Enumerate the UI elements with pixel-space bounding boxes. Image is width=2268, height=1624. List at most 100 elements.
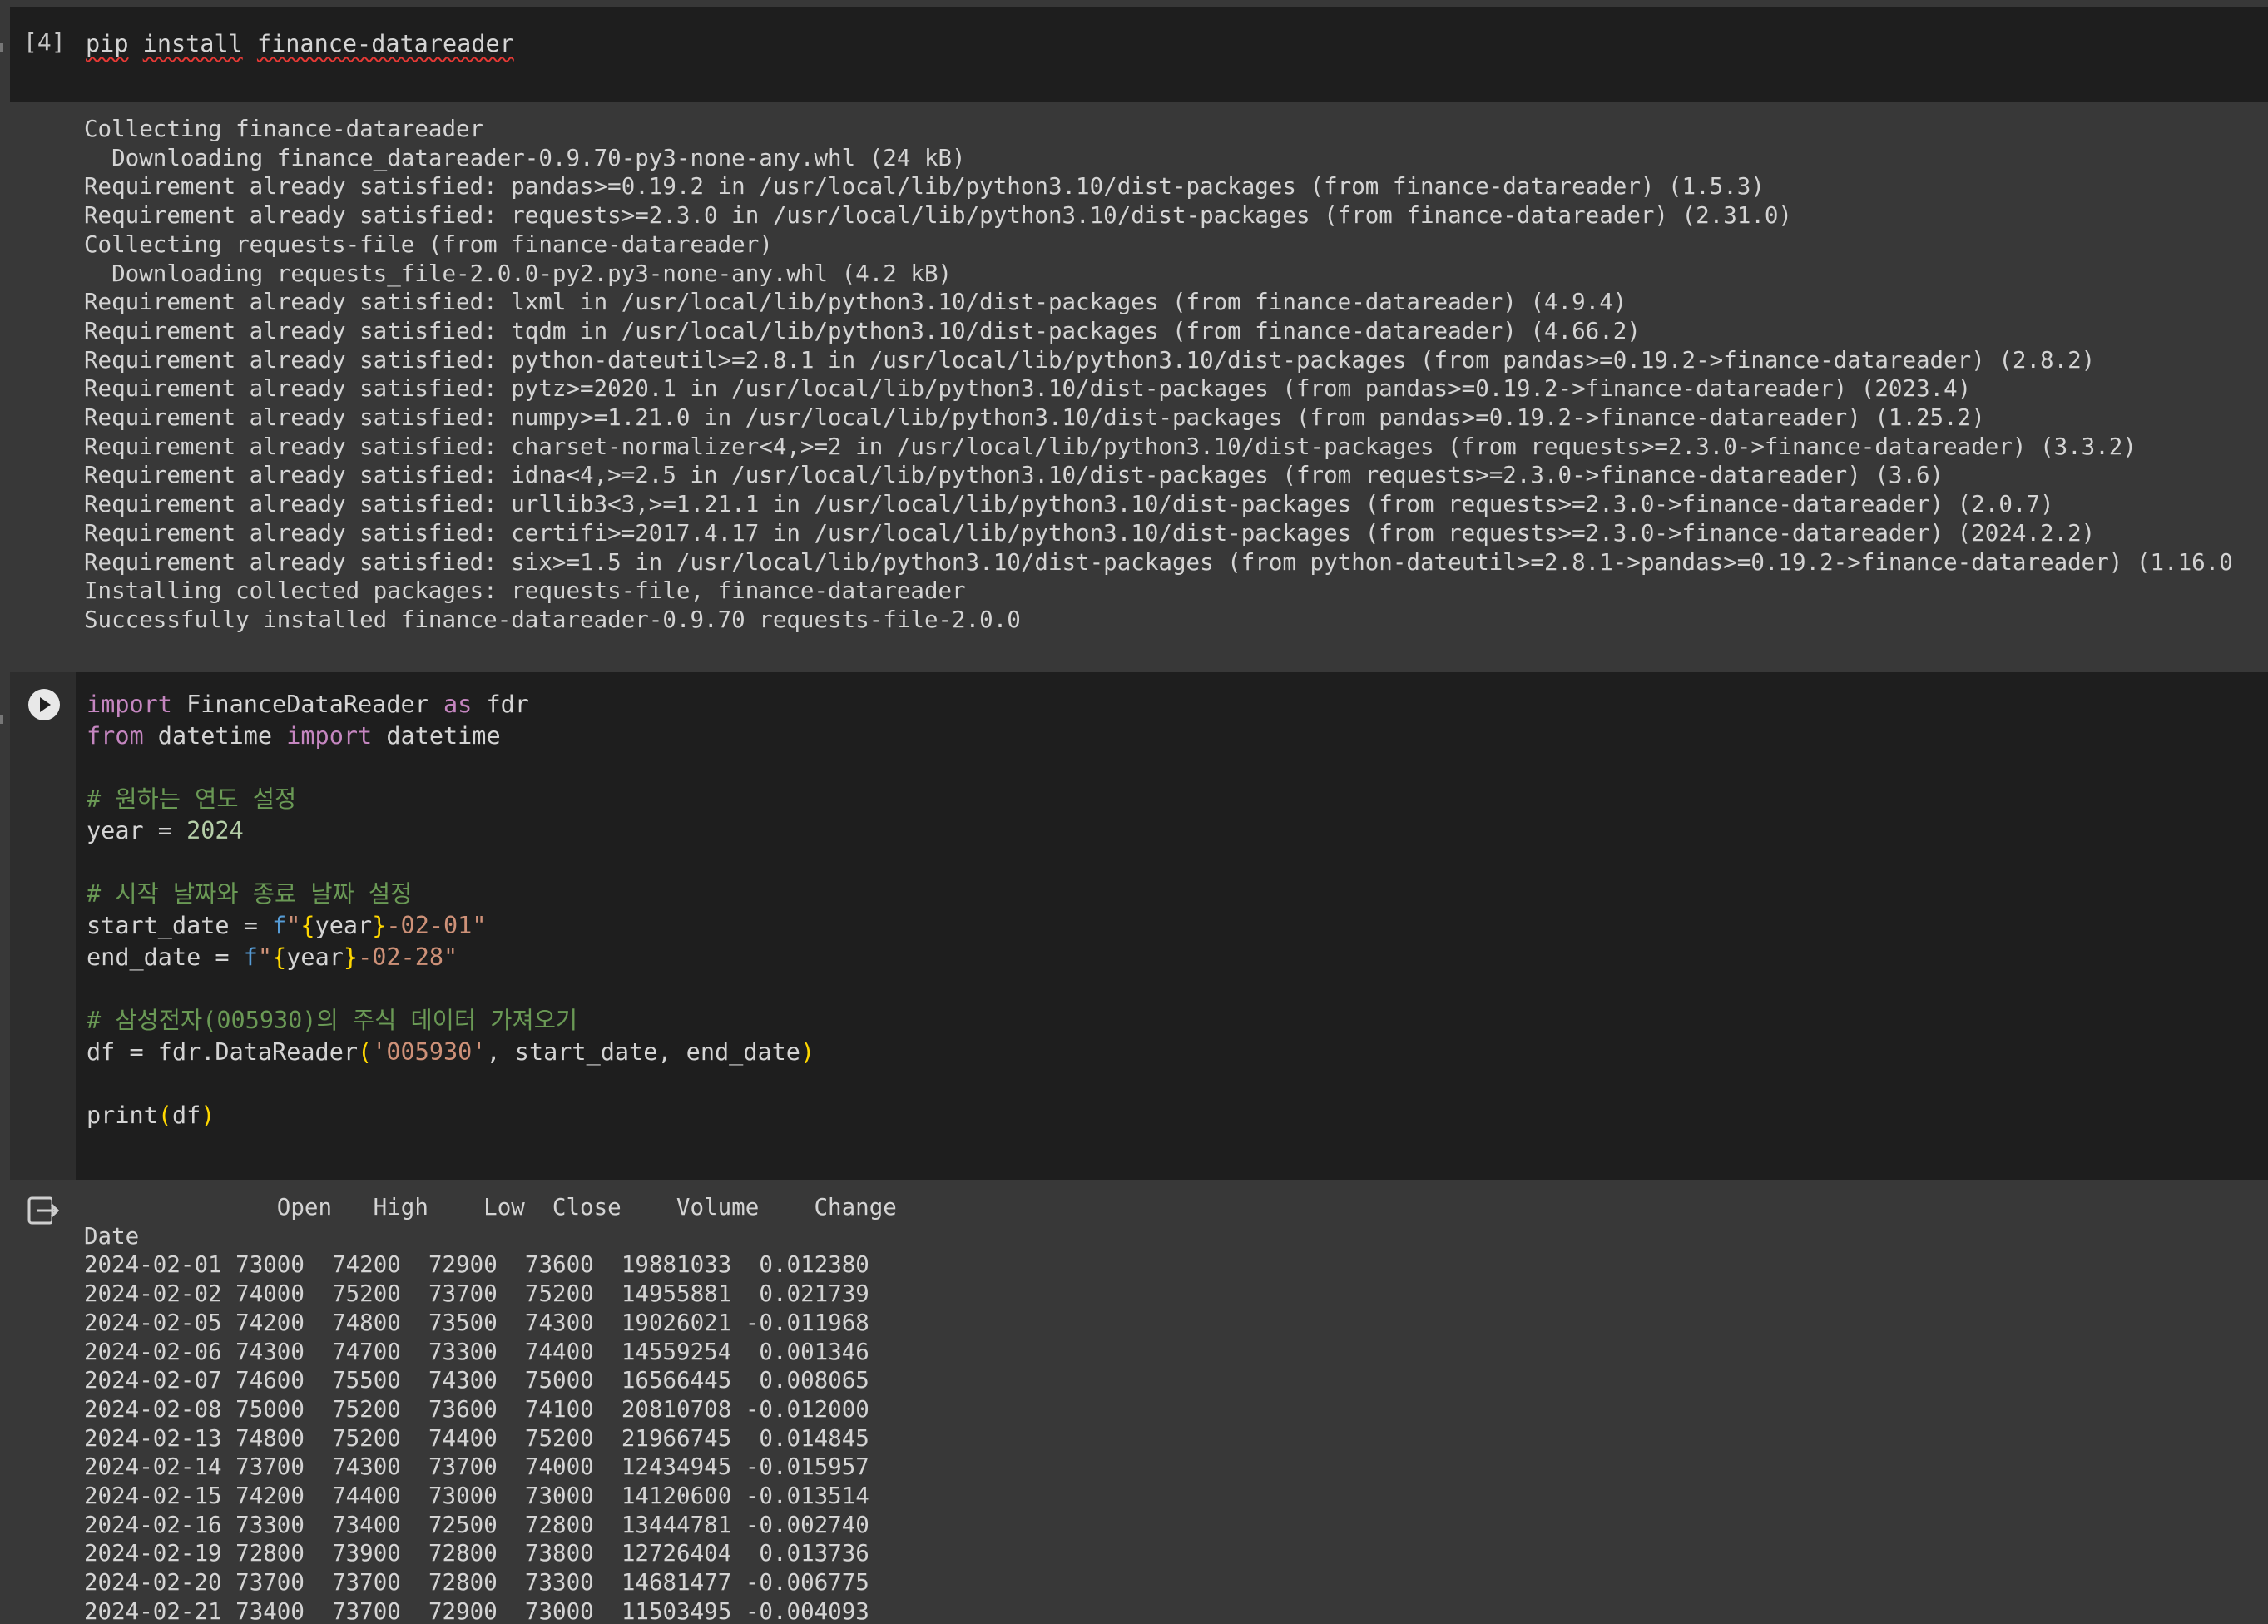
code-token: df — [171, 1102, 201, 1129]
cell-padding — [222, 1512, 236, 1538]
cell-padding — [498, 1310, 525, 1336]
cell-padding — [305, 1339, 332, 1365]
table-cell-close: 73000 — [524, 1483, 594, 1510]
cell-padding — [731, 1367, 759, 1394]
cell-padding — [401, 1483, 428, 1509]
cell-padding — [498, 1453, 525, 1480]
cell-padding — [731, 1540, 759, 1567]
cell-padding — [401, 1453, 428, 1480]
table-cell-change: 0.001346 — [759, 1338, 869, 1365]
cell-padding — [498, 1396, 525, 1423]
cell-padding — [401, 1425, 428, 1452]
table-cell-high: 75200 — [332, 1424, 401, 1452]
table-cell-volume: 12434945 — [621, 1453, 732, 1481]
cell-padding — [731, 1251, 759, 1278]
cell-padding — [594, 1598, 621, 1624]
cell2-edge-mark — [0, 715, 3, 724]
table-cell-low: 72500 — [428, 1511, 498, 1538]
code-cell-pip-install[interactable]: [4] pip install finance-datareader — [10, 7, 2268, 102]
cell-padding — [401, 1339, 428, 1365]
output-line: Requirement already satisfied: charset-n… — [84, 433, 2137, 460]
code-token: 2024 — [186, 817, 244, 844]
table-row: 2024-02-20 73700 73700 72800 73300 14681… — [84, 1568, 897, 1597]
cell-padding — [222, 1310, 236, 1336]
code-token: ) — [201, 1102, 215, 1129]
cell-padding — [222, 1483, 236, 1509]
code-token-pip: pip — [86, 30, 129, 57]
execution-count: [4] — [23, 28, 66, 56]
code-cell-datareader[interactable]: import FinanceDataReader as fdr from dat… — [10, 672, 2268, 1180]
table-cell-open: 73300 — [235, 1511, 305, 1538]
cell-padding — [498, 1251, 525, 1278]
code-token: " — [286, 912, 301, 939]
row-date: 2024-02-07 — [84, 1367, 222, 1394]
table-cell-change: -0.015957 — [745, 1453, 869, 1481]
code-token: df = fdr.DataReader — [87, 1038, 359, 1066]
cell-output-pip: Collecting finance-datareader Downloadin… — [0, 102, 2268, 672]
code-comment: # 시작 날짜와 종료 날짜 설정 — [87, 880, 413, 908]
table-cell-high: 74200 — [332, 1251, 401, 1279]
table-cell-high: 74300 — [332, 1453, 401, 1481]
output-line: Requirement already satisfied: pytz>=202… — [84, 375, 1972, 403]
table-cell-close: 74100 — [524, 1395, 594, 1423]
code-token: -02-01" — [386, 912, 487, 939]
cell-padding — [498, 1367, 525, 1394]
output-line: Requirement already satisfied: tqdm in /… — [84, 317, 1641, 344]
output-line: Successfully installed finance-datareade… — [84, 606, 1021, 633]
run-cell-button[interactable] — [28, 689, 60, 720]
cell-padding — [498, 1512, 525, 1538]
output-redirect-icon[interactable] — [27, 1195, 60, 1228]
cell-padding — [498, 1425, 525, 1452]
table-row: 2024-02-21 73400 73700 72900 73000 11503… — [84, 1597, 897, 1624]
table-cell-volume: 13444781 — [621, 1511, 732, 1538]
cell-padding — [305, 1280, 332, 1307]
table-cell-low: 72800 — [428, 1540, 498, 1567]
cell-padding — [401, 1396, 428, 1423]
code-editor[interactable]: import FinanceDataReader as fdr from dat… — [87, 689, 815, 1131]
table-cell-open: 74000 — [235, 1280, 305, 1308]
code-token: } — [343, 943, 359, 971]
table-cell-volume: 14955881 — [621, 1280, 732, 1308]
row-date: 2024-02-05 — [84, 1309, 222, 1336]
table-cell-change: -0.013514 — [745, 1483, 869, 1510]
output-line: Requirement already satisfied: urllib3<3… — [84, 491, 2054, 518]
table-cell-high: 73700 — [332, 1597, 401, 1624]
code-token: f — [243, 943, 258, 971]
table-cell-high: 75200 — [332, 1280, 401, 1308]
table-cell-volume: 19881033 — [621, 1251, 732, 1279]
code-token: import — [87, 691, 172, 718]
table-cell-change: 0.021739 — [759, 1280, 869, 1308]
row-date: 2024-02-21 — [84, 1597, 222, 1624]
row-date: 2024-02-08 — [84, 1395, 222, 1423]
dataframe-header: Open High Low Close Volume Change — [84, 1194, 897, 1220]
row-date: 2024-02-14 — [84, 1453, 222, 1481]
table-cell-close: 75200 — [524, 1424, 594, 1452]
output-line: Requirement already satisfied: certifi>=… — [84, 519, 2096, 547]
cell-padding — [305, 1512, 332, 1538]
cell-padding — [401, 1310, 428, 1336]
code-editor[interactable]: pip install finance-datareader — [86, 28, 514, 60]
cell-padding — [594, 1339, 621, 1365]
cell-padding — [594, 1310, 621, 1336]
output-line: Collecting finance-datareader — [84, 116, 484, 142]
code-token: -02-28" — [358, 943, 458, 971]
output-line: Requirement already satisfied: python-da… — [84, 346, 2096, 374]
output-text: Collecting finance-datareader Downloadin… — [84, 115, 2233, 635]
table-cell-volume: 11503495 — [621, 1597, 732, 1624]
code-token: start_date = — [87, 912, 273, 939]
cell-output-dataframe: Open High Low Close Volume Change Date 202… — [0, 1180, 2268, 1624]
code-token: ( — [358, 1038, 373, 1066]
table-cell-open: 74800 — [235, 1424, 305, 1452]
table-cell-low: 72800 — [428, 1569, 498, 1597]
table-cell-low: 73700 — [428, 1280, 498, 1308]
cell-padding — [594, 1512, 621, 1538]
cell-padding — [401, 1598, 428, 1624]
table-cell-open: 74200 — [235, 1309, 305, 1336]
dataframe-output: Open High Low Close Volume Change Date 202… — [84, 1193, 897, 1624]
table-row: 2024-02-19 72800 73900 72800 73800 12726… — [84, 1539, 897, 1568]
table-cell-open: 73700 — [235, 1569, 305, 1597]
table-cell-close: 74000 — [524, 1453, 594, 1481]
table-cell-close: 74400 — [524, 1338, 594, 1365]
table-cell-high: 74800 — [332, 1309, 401, 1336]
table-cell-volume: 12726404 — [621, 1540, 732, 1567]
